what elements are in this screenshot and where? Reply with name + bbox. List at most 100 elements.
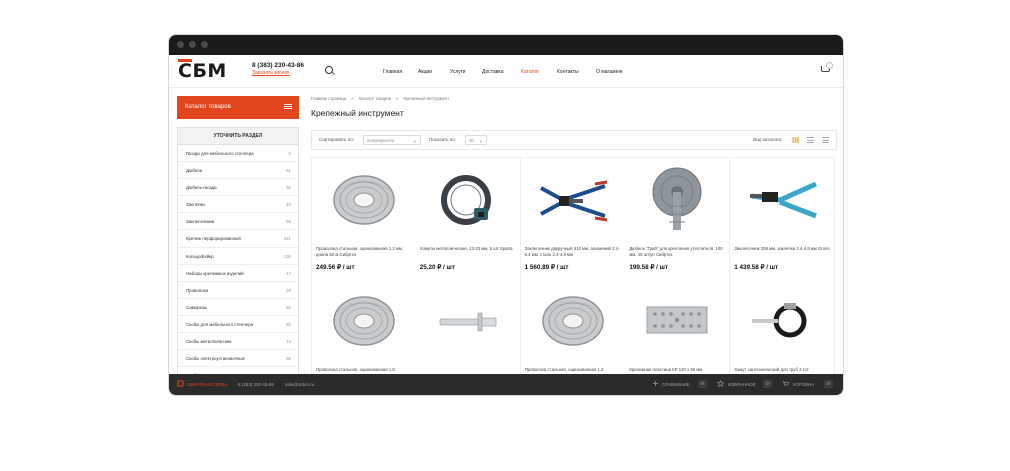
section-item[interactable]: Дюбель-гвозди 36	[178, 179, 298, 197]
cart-label[interactable]: КОРЗИНА	[793, 382, 814, 387]
star-icon	[717, 380, 724, 387]
section-item-count: 47	[286, 270, 291, 276]
menu-icon	[284, 104, 292, 105]
sidebar: Каталог товаров УТОЧНИТЬ РАЗДЕЛ Гвозди д…	[177, 96, 299, 386]
section-item[interactable]: Крепеж перфорированный 331	[178, 230, 298, 248]
section-item-label: Гвозди для мебельного степлера	[186, 151, 254, 156]
section-item-count: 14	[286, 339, 291, 345]
header-phone[interactable]: 8 (383) 230-43-86	[252, 62, 304, 69]
section-item[interactable]: Дюбели 51	[178, 162, 298, 180]
sort-select[interactable]: популярности ⌄	[363, 135, 421, 145]
section-item[interactable]: Заклепочники 55	[178, 213, 298, 231]
product-card[interactable]: Заклепочник двуручный 510 мм, алюминий 2…	[520, 157, 626, 281]
site-header: СБМ 8 (383) 230-43-86 Заказать звонок Гл…	[169, 55, 843, 88]
compare-count-badge: 0	[698, 380, 707, 388]
cart-icon	[782, 381, 789, 386]
nav-item-promotions[interactable]: Акции	[418, 69, 432, 75]
product-name[interactable]: Проволока стальная, оцинкованная 1.5	[316, 367, 412, 373]
product-name[interactable]: Хомуты металлические, 13-23 мм, 5 шт Spa…	[420, 246, 516, 252]
section-item[interactable]: Кольца/Кейкр 130	[178, 248, 298, 265]
hose-clamp-image[interactable]	[430, 166, 506, 234]
bottom-bar: ОБРАТНАЯ СВЯЗЬ 8 (383) 230-43-86 sale@1s…	[169, 374, 843, 395]
nav-item-services[interactable]: Услуги	[450, 69, 465, 75]
per-page-select-value: 30	[469, 138, 474, 143]
sort-label: Сортировать по:	[319, 137, 355, 142]
compare-icon	[653, 381, 658, 386]
list-view-icon[interactable]	[807, 137, 814, 143]
wire-coil-image[interactable]	[326, 166, 402, 234]
section-item[interactable]: Скобы для мебельного степлера 82	[178, 316, 298, 334]
site-logo[interactable]: СБМ	[178, 61, 227, 81]
product-name[interactable]: Заклепочник двуручный 510 мм, алюминий 2…	[525, 246, 621, 258]
wire-coil-image[interactable]	[326, 287, 402, 355]
nav-item-about[interactable]: О магазине	[596, 69, 623, 75]
per-page-select[interactable]: 30 ⌄	[465, 135, 487, 145]
section-item-count: 51	[286, 168, 291, 174]
section-item[interactable]: Гвозди для мебельного степлера 0	[178, 145, 298, 163]
view-label: Вид каталога:	[753, 137, 783, 142]
chevron-down-icon: ⌄	[478, 138, 483, 144]
footer-callback-link[interactable]: ОБРАТНАЯ СВЯЗЬ	[187, 382, 227, 387]
product-price: 25.20 ₽ / шт	[419, 264, 455, 271]
breadcrumb-separator: »	[351, 96, 354, 101]
pipe-clamp-image[interactable]	[744, 287, 820, 355]
product-price: 199.58 ₽ / шт	[629, 264, 668, 271]
product-name[interactable]: Заклепочник 259 мм, заклепки 2.4-4.8 мм …	[734, 246, 830, 252]
section-item-count: 36	[286, 185, 291, 191]
product-price: 1 560.89 ₽ / шт	[524, 264, 569, 271]
product-name[interactable]: Дюбель "Гриб" для крепления утеплителя, …	[629, 246, 725, 258]
cart-count-badge	[826, 62, 833, 69]
product-card[interactable]: Проволока стальная, оцинкованная 1.2 мм,…	[311, 157, 417, 281]
chevron-down-icon: ⌄	[412, 138, 417, 144]
section-item-count: 82	[286, 321, 291, 327]
breadcrumb-home[interactable]: Главная страница	[311, 96, 346, 101]
perforated-plate-image[interactable]	[639, 287, 715, 355]
section-item-label: Крепеж перфорированный	[186, 236, 241, 242]
footer-email[interactable]: sale@1sbm.ru	[285, 382, 314, 387]
search-icon[interactable]	[325, 66, 333, 74]
compare-label[interactable]: СРАВНЕНИЕ	[662, 382, 690, 387]
favorites-count-badge: 0	[763, 380, 772, 388]
rivet-gun-image[interactable]	[744, 166, 820, 234]
window-maximize-dot[interactable]	[201, 41, 208, 48]
catalog-button[interactable]: Каталог товаров	[177, 96, 299, 119]
product-card[interactable]: Дюбель "Гриб" для крепления утеплителя, …	[625, 157, 731, 281]
section-item[interactable]: Наборы крепежных изделий 47	[178, 265, 298, 282]
nav-item-catalog[interactable]: Каталог	[521, 69, 539, 75]
catalog-button-label: Каталог товаров	[185, 104, 231, 110]
section-item-label: Скобы для мебельного степлера	[186, 321, 254, 327]
sort-select-value: популярности	[367, 138, 394, 143]
section-item[interactable]: Саморезы 60	[178, 299, 298, 316]
section-item[interactable]: Скобы металлические 14	[178, 333, 298, 351]
nav-item-home[interactable]: Главная	[383, 69, 402, 75]
wire-coil-image[interactable]	[535, 287, 611, 355]
rivet-gun-large-image[interactable]	[535, 166, 611, 234]
callback-link[interactable]: Заказать звонок	[252, 70, 289, 76]
product-name[interactable]: Хомут сантехнический для труб 3 1/2	[734, 367, 830, 373]
blind-rivet-image[interactable]	[430, 287, 506, 355]
nav-item-contacts[interactable]: Контакты	[557, 69, 579, 75]
section-item[interactable]: Заклепки 40	[178, 196, 298, 214]
nav-item-delivery[interactable]: Доставка	[482, 69, 503, 75]
insulation-dowel-image[interactable]	[639, 166, 715, 234]
section-item-label: Дюбели	[186, 168, 203, 174]
window-minimize-dot[interactable]	[189, 41, 196, 48]
product-card[interactable]: Хомуты металлические, 13-23 мм, 5 шт Spa…	[415, 157, 521, 281]
breadcrumb-catalog[interactable]: Каталог товаров	[359, 96, 391, 101]
section-item-count: 55	[286, 219, 291, 225]
product-name[interactable]: Крепежная пластина КР 140 х 55 мм	[629, 367, 725, 373]
footer-phone[interactable]: 8 (383) 230-43-86	[238, 382, 274, 387]
table-view-icon[interactable]	[822, 137, 829, 143]
product-card[interactable]: Заклепочник 259 мм, заклепки 2.4-4.8 мм …	[730, 157, 836, 281]
refine-section-title: УТОЧНИТЬ РАЗДЕЛ	[178, 128, 298, 145]
section-item[interactable]: Проволока 28	[178, 282, 298, 299]
window-close-dot[interactable]	[177, 41, 184, 48]
grid-view-icon[interactable]	[792, 137, 799, 143]
product-name[interactable]: Проволока стальная, оцинкованная 1.2	[525, 367, 621, 373]
section-item-label: Скобы металлические	[186, 339, 232, 345]
section-item-count: 50	[286, 356, 291, 362]
favorites-label[interactable]: ИЗБРАННОЕ	[728, 382, 756, 387]
section-item-label: Скобы электроустановочные	[186, 356, 245, 362]
section-item[interactable]: Скобы электроустановочные 50	[178, 350, 298, 368]
product-name[interactable]: Проволока стальная, оцинкованная 1.2 мм,…	[316, 246, 412, 258]
